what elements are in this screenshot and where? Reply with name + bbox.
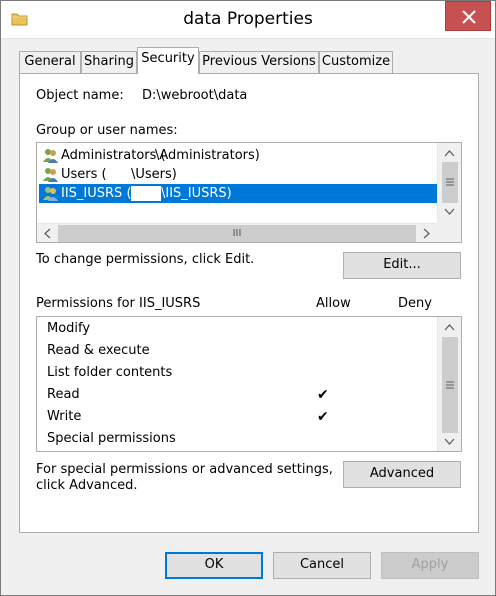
user-row-iis-iusrs[interactable]: IIS_IUSRS ( \IIS_IUSRS) [39, 184, 439, 203]
change-permissions-text: To change permissions, click Edit. [36, 252, 255, 267]
user-name-prefix: Administrators ( [61, 148, 166, 163]
user-row-administrators[interactable]: Administrators ( \Administrators) [39, 146, 439, 165]
chevron-left-icon [44, 228, 51, 239]
user-name-suffix: \IIS_IUSRS) [161, 186, 232, 201]
tab-security[interactable]: Security [137, 47, 199, 74]
properties-window: data Properties General Sharing Security… [0, 0, 496, 596]
users-icon [42, 147, 59, 164]
permissions-for-label: Permissions for IIS_IUSRS [36, 296, 201, 311]
scroll-corner [437, 223, 461, 242]
chevron-up-icon [444, 150, 455, 157]
permissions-vertical-scrollbar[interactable] [437, 317, 461, 451]
scroll-up-button[interactable] [441, 145, 458, 162]
users-listbox[interactable]: Administrators ( \Administrators) Users … [36, 142, 462, 243]
tab-previous-versions[interactable]: Previous Versions [199, 51, 319, 73]
edit-button-label: Edit... [383, 257, 421, 272]
apply-button[interactable]: Apply [381, 552, 479, 579]
user-name-prefix: IIS_IUSRS ( [61, 186, 132, 201]
user-name-suffix: \Administrators) [155, 148, 260, 163]
users-horizontal-scrollbar[interactable]: III [37, 223, 437, 242]
tab-sharing[interactable]: Sharing [81, 51, 137, 73]
scroll-right-button[interactable] [418, 225, 435, 242]
h-scroll-thumb[interactable]: III [58, 225, 416, 242]
advanced-button[interactable]: Advanced [343, 461, 461, 488]
deny-header: Deny [398, 296, 432, 311]
cancel-button-label: Cancel [299, 557, 345, 572]
close-button[interactable] [445, 1, 491, 31]
edit-button[interactable]: Edit... [343, 252, 461, 279]
chevron-down-icon [444, 208, 455, 215]
users-icon [42, 166, 59, 183]
security-panel: Object name: D:\webroot\data Group or us… [19, 73, 479, 533]
user-row-users[interactable]: Users ( \Users) [39, 165, 439, 184]
group-label-text: Group or user names: [36, 123, 178, 138]
permission-row-special: Special permissions [47, 431, 176, 446]
scroll-thumb[interactable] [442, 337, 458, 433]
chevron-right-icon [423, 228, 430, 239]
scroll-down-button[interactable] [441, 433, 458, 450]
users-icon [42, 185, 59, 202]
permission-row-list-folder-contents: List folder contents [47, 365, 173, 380]
user-name-suffix: \Users) [131, 167, 177, 182]
window-title: data Properties [183, 9, 313, 29]
grip-icon [446, 178, 454, 186]
advanced-text-line1: For special permissions or advanced sett… [36, 462, 333, 477]
write-allow-check: ✔ [317, 409, 329, 425]
object-name-label: Object name: [36, 88, 124, 103]
redacted-domain [131, 186, 161, 201]
scroll-thumb[interactable] [442, 162, 458, 203]
users-vertical-scrollbar[interactable] [437, 143, 461, 223]
read-allow-check: ✔ [317, 387, 329, 403]
permission-row-read: Read [47, 387, 80, 402]
permissions-listbox[interactable]: Modify Read & execute List folder conten… [36, 316, 462, 452]
user-name-prefix: Users ( [61, 167, 107, 182]
scroll-down-button[interactable] [441, 203, 458, 220]
permission-row-write: Write [47, 409, 82, 424]
advanced-button-label: Advanced [369, 466, 435, 481]
apply-button-label: Apply [411, 557, 449, 572]
cancel-button[interactable]: Cancel [273, 552, 371, 579]
permission-row-modify: Modify [47, 321, 91, 336]
advanced-text-line2: click Advanced. [36, 478, 138, 493]
object-name-value: D:\webroot\data [142, 88, 248, 103]
ok-button-label: OK [204, 557, 224, 572]
scroll-up-button[interactable] [441, 319, 458, 336]
dialog-footer: OK Cancel Apply [1, 541, 495, 595]
tab-customize[interactable]: Customize [319, 51, 393, 73]
permission-row-read-execute: Read & execute [47, 343, 150, 358]
allow-header: Allow [316, 296, 351, 311]
chevron-up-icon [444, 324, 455, 331]
scroll-left-button[interactable] [39, 225, 56, 242]
chevron-down-icon [444, 438, 455, 445]
close-icon [462, 10, 476, 24]
title-bar[interactable]: data Properties [1, 1, 495, 39]
h-scroll-grip: III [232, 228, 242, 239]
group-label: Group or user names: [36, 123, 178, 138]
ok-button[interactable]: OK [165, 552, 263, 579]
grip-icon [446, 381, 454, 389]
tab-general[interactable]: General [19, 51, 81, 73]
